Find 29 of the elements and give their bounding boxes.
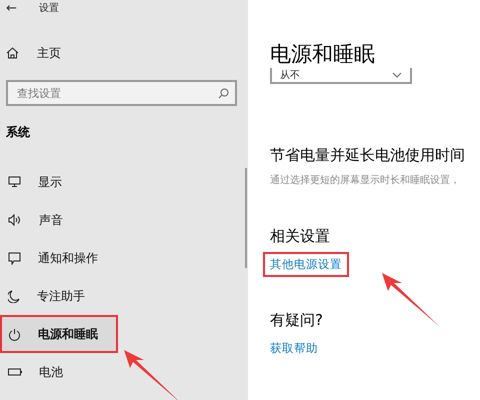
nav-item[interactable]: 通知和操作 — [0, 239, 118, 277]
section-heading: 系统 — [6, 124, 31, 141]
settings-link[interactable]: 获取帮助 — [263, 336, 325, 361]
search-field[interactable]: 查找设置 — [6, 80, 237, 106]
page-title: 电源和睡眠 — [270, 41, 376, 68]
nav-item[interactable]: 显示 — [0, 163, 118, 201]
battery-icon — [8, 368, 22, 376]
settings-link[interactable]: 其他电源设置 — [263, 252, 349, 277]
home-nav-item[interactable]: 主页 — [0, 44, 248, 62]
nav-item[interactable]: 电源和睡眠 — [0, 315, 118, 353]
moon-icon — [8, 290, 20, 302]
chevron-down-icon — [392, 72, 402, 78]
description-text: 通过选择更短的屏幕显示时长和睡眠设置， — [270, 174, 461, 187]
nav-item[interactable]: 专注助手 — [0, 277, 118, 315]
back-button[interactable]: ← — [6, 0, 17, 16]
dropdown[interactable]: 从不 — [270, 68, 412, 84]
home-icon — [6, 47, 19, 59]
app-title: 设置 — [38, 2, 59, 15]
section-heading: 相关设置 — [270, 227, 331, 246]
scrollbar[interactable] — [245, 168, 247, 268]
message-icon — [8, 252, 21, 264]
nav-item[interactable]: 电池 — [0, 353, 118, 391]
power-icon — [8, 328, 21, 340]
section-heading: 有疑问? — [270, 311, 324, 330]
search-icon — [218, 88, 229, 99]
monitor-icon — [8, 176, 21, 188]
speaker-icon — [8, 214, 22, 226]
nav-item[interactable]: 声音 — [0, 201, 118, 239]
section-heading: 节省电量并延长电池使用时间 — [270, 146, 466, 165]
